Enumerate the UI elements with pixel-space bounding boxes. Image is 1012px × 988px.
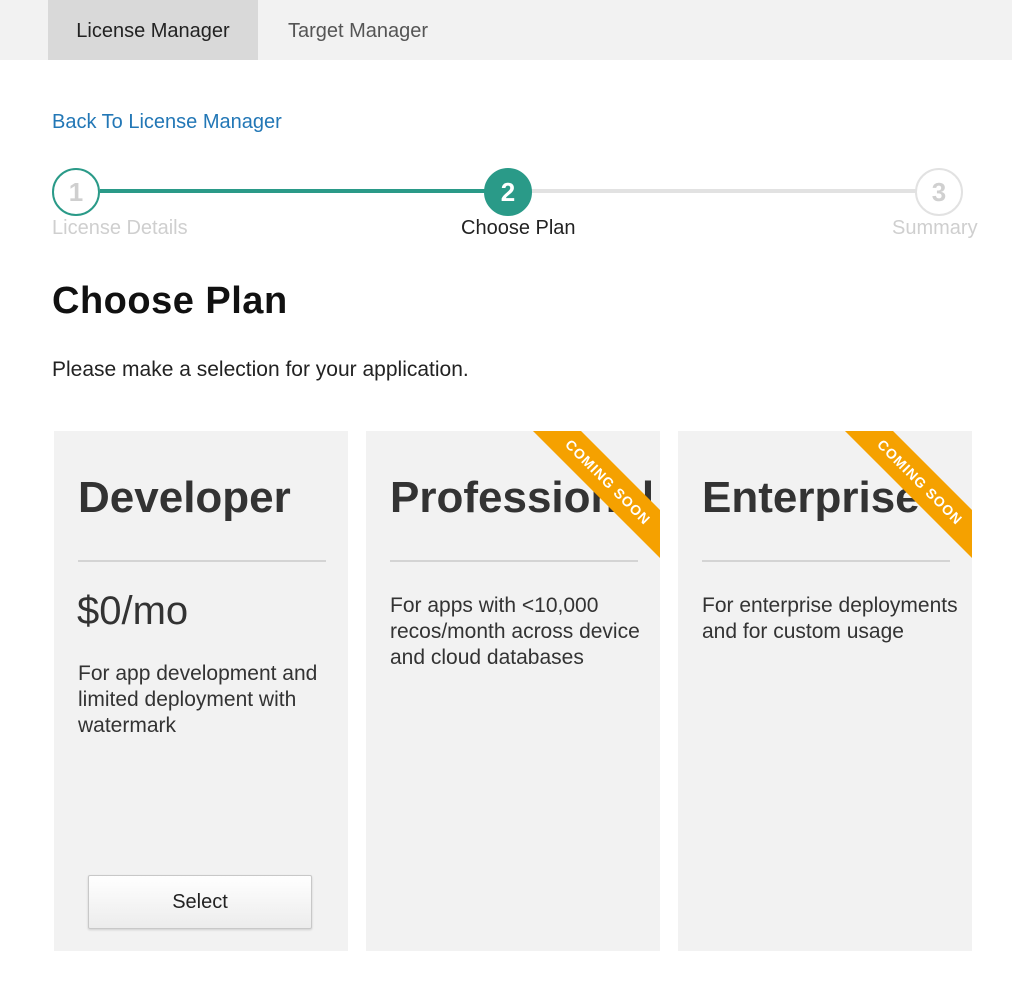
step-2-circle: 2 (484, 168, 532, 216)
tab-license-manager[interactable]: License Manager (48, 0, 258, 60)
plan-divider (702, 560, 950, 562)
plan-divider (78, 560, 326, 562)
progress-stepper: 1 2 3 License Details Choose Plan Summar… (0, 160, 1012, 250)
plan-description: For enterprise deployments and for custo… (702, 594, 958, 643)
step-3-label: Summary (892, 217, 978, 239)
step-2-label: Choose Plan (461, 217, 576, 239)
plan-description: For apps with <10,000 recos/month across… (390, 594, 640, 669)
plan-card-developer: Developer $0/mo For app development and … (54, 431, 348, 951)
plan-name: Enterprise (702, 473, 920, 522)
plan-card-enterprise: Enterprise COMING SOON For enterprise de… (678, 431, 972, 951)
step-1-circle: 1 (52, 168, 100, 216)
plan-name: Developer (78, 473, 291, 522)
step-1-label: License Details (52, 217, 188, 239)
step-3-circle: 3 (915, 168, 963, 216)
select-developer-button[interactable]: Select (88, 875, 312, 929)
top-tab-bar: License Manager Target Manager (0, 0, 1012, 60)
stepper-line-upcoming (530, 189, 916, 193)
plan-card-professional: Professional COMING SOON For apps with <… (366, 431, 660, 951)
plan-price: $0/mo (77, 589, 189, 633)
page-title: Choose Plan (52, 280, 288, 322)
tab-target-manager[interactable]: Target Manager (258, 0, 458, 60)
back-to-license-manager-link[interactable]: Back To License Manager (52, 111, 282, 134)
stepper-line-completed (100, 189, 486, 193)
plan-description: For app development and limited deployme… (78, 662, 318, 737)
plan-divider (390, 560, 638, 562)
page-subtitle: Please make a selection for your applica… (52, 358, 469, 381)
